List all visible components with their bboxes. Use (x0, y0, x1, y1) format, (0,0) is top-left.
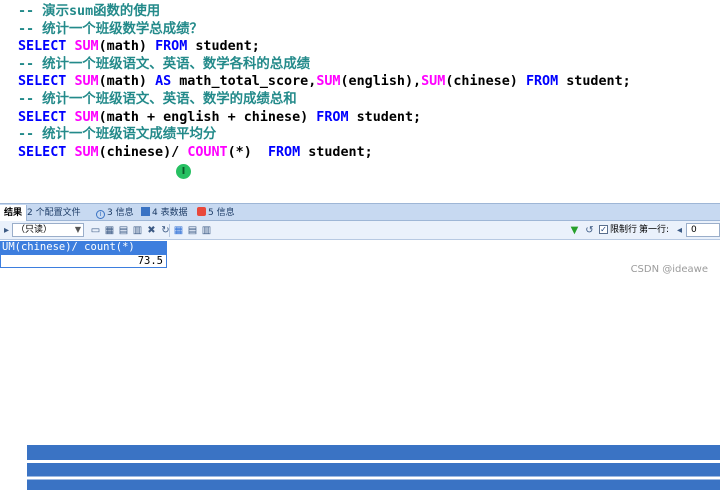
code-token-ident: math_total_score, (171, 74, 317, 90)
code-line[interactable]: SELECT SUM(math) FROM student; (18, 38, 631, 56)
tab-messages-label: 5 信息 (208, 208, 235, 218)
save-row-icon[interactable]: ▥ (131, 224, 144, 237)
editor-gutter (0, 0, 10, 203)
info-icon: i (96, 210, 105, 219)
sql-editor[interactable]: -- 演示sum函数的使用 -- 统计一个班级数学总成绩？ SELECT SUM(m… (0, 0, 720, 203)
code-token-ident: student; (558, 74, 631, 90)
save-icon[interactable]: ▭ (89, 224, 102, 237)
filter-icon[interactable]: ▼ (568, 224, 581, 237)
result-column-header[interactable]: UM(chinese)/ count(*) (0, 241, 167, 254)
code-token-function: SUM (74, 39, 99, 55)
results-tab-bar: 结果 2 个配置文件 i3 信息 4 表数据 5 信息 (0, 203, 720, 490)
chevron-down-icon: ▼ (74, 225, 81, 234)
code-token-keyword: FROM (267, 144, 301, 160)
results-toolbar: ▸ （只读） ▼ ▭ ▦ ▤ ▥ ✖ ↻ ▦ ▤ ▥ ▼ ↺ ✓ 限制行 第一行… (0, 221, 720, 240)
tab-table-data[interactable]: 4 表数据 (141, 205, 188, 221)
code-line[interactable]: SELECT SUM(math) AS math_total_score,SUM… (18, 73, 631, 91)
table-icon (141, 207, 150, 216)
mouse-cursor-indicator: I (176, 164, 191, 179)
reset-filter-icon[interactable]: ↺ (583, 224, 596, 237)
code-line[interactable]: -- 演示sum函数的使用 (18, 3, 631, 21)
result-mode-value: （只读） (16, 225, 53, 235)
grid-view-icon[interactable]: ▦ (172, 224, 185, 237)
code-token-function: SUM (316, 74, 341, 90)
toolbar-divider (169, 224, 170, 237)
code-token-keyword: SELECT (18, 39, 67, 55)
code-token-comment: -- 统计一个班级语文、英语、数学各科的总成绩 (18, 56, 310, 72)
tab-messages[interactable]: 5 信息 (197, 205, 235, 221)
code-line[interactable]: -- 统计一个班级语文、英语、数学各科的总成绩 (18, 56, 631, 74)
tab-info[interactable]: i3 信息 (96, 205, 134, 221)
code-token-keyword: FROM (155, 39, 188, 55)
code-token-function: COUNT (187, 144, 228, 160)
tab-profiles-label: 2 个配置文件 (27, 208, 81, 218)
tab-table-data-label: 4 表数据 (152, 208, 188, 218)
code-token-keyword: SELECT (18, 144, 67, 160)
code-line[interactable]: -- 统计一个班级语文成绩平均分 (18, 126, 631, 144)
tab-info-label: 3 信息 (107, 208, 134, 218)
code-token-ident: student; (300, 144, 373, 160)
code-token-ident: (math) (98, 74, 156, 90)
message-icon (197, 207, 206, 216)
code-token-keyword: AS (155, 74, 172, 90)
code-token-ident: (chinese)/ (98, 144, 188, 160)
code-token-keyword: SELECT (18, 109, 67, 125)
delete-icon[interactable]: ✖ (145, 224, 158, 237)
tab-result[interactable]: 结果 (0, 205, 28, 221)
text-view-icon[interactable]: ▥ (200, 224, 213, 237)
code-token-comment: -- 演示sum函数的使用 (18, 4, 161, 19)
code-token-keyword: FROM (316, 109, 349, 125)
code-token-ident: (chinese) (445, 74, 526, 90)
code-token-function: SUM (74, 144, 99, 160)
first-row-input[interactable]: 0 (686, 223, 720, 237)
code-line[interactable]: SELECT SUM(chinese)/ COUNT(*) FROM stude… (18, 144, 631, 162)
first-row-label: 第一行: (639, 225, 670, 235)
code-line[interactable]: -- 统计一个班级语文、英语、数学的成绩总和 (18, 91, 631, 109)
code-token-comment: -- 统计一个班级语文成绩平均分 (18, 127, 217, 143)
code-token-ident: (*) (227, 144, 268, 160)
tab-result-label: 结果 (4, 208, 23, 218)
code-token-ident: (english), (340, 74, 422, 90)
code-token-ident: (math + english + chinese) (98, 109, 317, 125)
result-grid: UM(chinese)/ count(*) 73.5 (0, 240, 720, 285)
code-line[interactable]: SELECT SUM(math + english + chinese) FRO… (18, 109, 631, 127)
watermark: CSDN @ideawe (630, 264, 708, 275)
previous-page-icon[interactable]: ◂ (673, 224, 686, 237)
sql-code[interactable]: -- 演示sum函数的使用 -- 统计一个班级数学总成绩？ SELECT SUM(m… (18, 3, 631, 161)
code-token-keyword: SELECT (18, 74, 67, 90)
limit-rows-label: 限制行 (610, 225, 638, 235)
insert-row-icon[interactable]: ▦ (103, 224, 116, 237)
first-row-value: 0 (691, 225, 697, 235)
code-token-function: SUM (421, 74, 446, 90)
code-token-comment: -- 统计一个班级数学总成绩？ (18, 21, 203, 37)
result-cell[interactable]: 73.5 (0, 254, 167, 268)
refresh-icon[interactable]: ↻ (159, 224, 172, 237)
copy-row-icon[interactable]: ▤ (117, 224, 130, 237)
tab-profiles[interactable]: 2 个配置文件 (27, 205, 720, 490)
limit-rows-checkbox[interactable]: ✓ (599, 225, 608, 234)
code-token-function: SUM (74, 74, 99, 90)
code-token-ident: student; (187, 39, 260, 55)
grid-icon (27, 445, 720, 490)
code-token-comment: -- 统计一个班级语文、英语、数学的成绩总和 (18, 91, 297, 107)
result-mode-select[interactable]: （只读） ▼ (12, 223, 84, 237)
code-token-function: SUM (74, 109, 99, 125)
code-token-keyword: FROM (525, 74, 559, 90)
code-token-ident: student; (348, 109, 422, 125)
code-token-ident: (math) (98, 39, 156, 55)
form-view-icon[interactable]: ▤ (186, 224, 199, 237)
code-line[interactable]: -- 统计一个班级数学总成绩？ (18, 21, 631, 39)
